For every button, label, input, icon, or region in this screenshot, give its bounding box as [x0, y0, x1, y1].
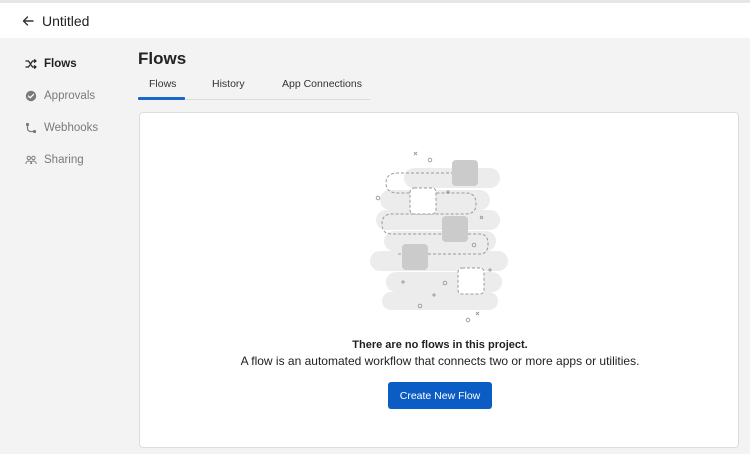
app-header: Untitled: [0, 3, 750, 38]
tab-app-connections[interactable]: App Connections: [282, 78, 362, 90]
empty-state-card: There are no flows in this project. A fl…: [139, 112, 739, 448]
arrow-left-icon: [22, 15, 34, 26]
tab-history[interactable]: History: [212, 78, 245, 90]
sidebar-item-sharing[interactable]: Sharing: [24, 151, 84, 169]
tab-bar: Flows History App Connections: [138, 74, 370, 100]
empty-state-title: There are no flows in this project.: [352, 339, 528, 351]
create-new-flow-button[interactable]: Create New Flow: [388, 382, 492, 409]
sidebar-item-label: Approvals: [44, 90, 96, 102]
active-tab-indicator: [138, 97, 185, 100]
page-title: Flows: [138, 49, 187, 68]
check-circle-icon: [24, 89, 38, 103]
tab-flows[interactable]: Flows: [149, 78, 176, 90]
app-title: Untitled: [42, 12, 90, 29]
back-button[interactable]: [19, 12, 37, 30]
webhook-icon: [24, 121, 38, 135]
sidebar-item-webhooks[interactable]: Webhooks: [24, 119, 98, 137]
people-icon: [24, 153, 38, 167]
sidebar-item-flows[interactable]: Flows: [24, 55, 77, 73]
sidebar-item-label: Flows: [44, 58, 77, 70]
empty-state-description: A flow is an automated workflow that con…: [240, 354, 640, 368]
sidebar-item-label: Sharing: [44, 154, 84, 166]
sidebar-item-approvals[interactable]: Approvals: [24, 87, 95, 105]
sidebar: Flows Approvals Webhooks Sharing: [0, 38, 138, 454]
shuffle-icon: [24, 57, 38, 71]
flows-illustration: [370, 151, 508, 323]
sidebar-item-label: Webhooks: [44, 122, 99, 134]
